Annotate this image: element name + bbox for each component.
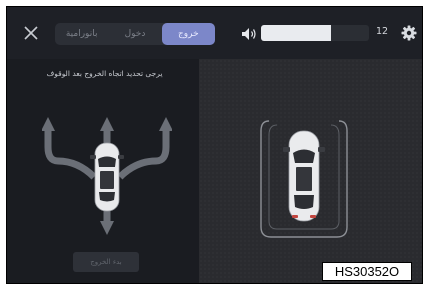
exit-direction-panel: يرجى تحديد اتجاه الخروج بعد الوقوف بدء ا… (7, 59, 199, 283)
car-top-view (90, 142, 124, 212)
volume-slider[interactable] (261, 25, 369, 41)
arrow-left-forward[interactable] (42, 117, 97, 180)
instruction-text: يرجى تحديد اتجاه الخروج بعد الوقوف (46, 69, 163, 78)
parking-space-diagram (260, 120, 348, 238)
volume-fill (261, 25, 332, 41)
view-mode-tabs: بانورامية دخول خروج (55, 23, 215, 45)
exit-direction-diagram (42, 117, 172, 235)
arrow-right-forward[interactable] (117, 117, 172, 180)
start-exit-button[interactable]: بدء الخروج (73, 252, 139, 272)
parking-screen: بانورامية دخول خروج 12 يرجى تحديد اتجاه … (6, 6, 423, 284)
top-bar: بانورامية دخول خروج 12 (7, 7, 422, 59)
tab-enter[interactable]: دخول (108, 23, 161, 45)
tab-panoramic[interactable]: بانورامية (55, 23, 108, 45)
camera-view (199, 59, 422, 283)
speaker-icon[interactable] (241, 27, 257, 41)
tab-exit[interactable]: خروج (161, 23, 215, 45)
gear-icon[interactable] (401, 25, 417, 41)
figure-code-label: HS30352O (322, 262, 412, 281)
car-top-view (283, 130, 325, 222)
volume-value: 12 (376, 26, 389, 37)
close-icon[interactable] (23, 25, 39, 41)
